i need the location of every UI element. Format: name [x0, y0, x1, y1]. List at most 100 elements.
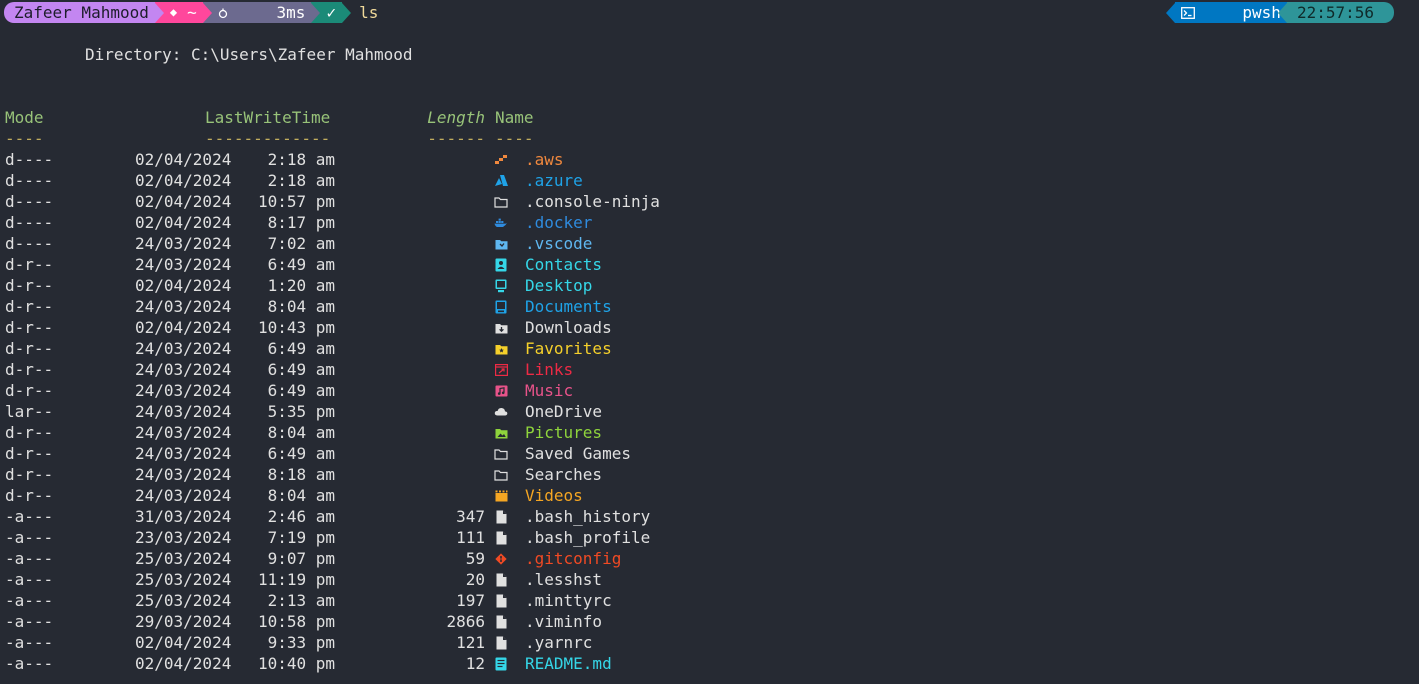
file-mode: -a--- — [5, 612, 54, 631]
file-time: 10:40 pm — [257, 654, 335, 673]
file-length: 12 — [465, 654, 485, 673]
file-time: 8:04 am — [267, 297, 335, 316]
file-name: Links — [525, 360, 574, 379]
file-name: .gitconfig — [525, 549, 622, 568]
file-time: 10:57 pm — [257, 192, 335, 211]
file-row: d-r-- 24/03/2024 8:18 am Searches — [5, 464, 602, 485]
file-length: 347 — [456, 507, 485, 526]
header-mode-dash: ---- — [5, 129, 44, 148]
terminal-icon — [1175, 0, 1243, 61]
file-name: .bash_history — [525, 507, 651, 526]
status-segment: ✓ — [311, 2, 343, 23]
file-name: Desktop — [525, 276, 593, 295]
file-time: 9:33 pm — [267, 633, 335, 652]
file-name: Saved Games — [525, 444, 631, 463]
git-segment: ◆ ~ — [154, 2, 203, 23]
file-date: 02/04/2024 — [135, 318, 232, 337]
favorites-icon — [494, 338, 508, 359]
file-row: d---- 24/03/2024 7:02 am .vscode — [5, 233, 592, 254]
file-mode: d-r-- — [5, 423, 54, 442]
file-name: Pictures — [525, 423, 603, 442]
file-date: 24/03/2024 — [135, 339, 232, 358]
file-length: 121 — [456, 633, 485, 652]
file-time: 10:43 pm — [257, 318, 335, 337]
file-time: 7:19 pm — [267, 528, 335, 547]
file-mode: d-r-- — [5, 486, 54, 505]
file-row: -a--- 25/03/2024 11:19 pm 20 .lesshst — [5, 569, 602, 590]
segment-separator — [154, 2, 164, 23]
file-row: d---- 02/04/2024 10:57 pm .console-ninja — [5, 191, 660, 212]
file-mode: d---- — [5, 213, 54, 232]
file-time: 8:17 pm — [267, 213, 335, 232]
file-time: 2:46 am — [267, 507, 335, 526]
file-time: 9:07 pm — [267, 549, 335, 568]
file-time: 8:18 am — [267, 465, 335, 484]
git-icon: ◆ — [169, 5, 178, 19]
file-row: d-r-- 02/04/2024 1:20 am Desktop — [5, 275, 592, 296]
file-name: .lesshst — [525, 570, 603, 589]
file-time: 8:04 am — [267, 486, 335, 505]
duration-segment: 3ms — [202, 2, 312, 23]
azure-icon — [494, 170, 508, 191]
file-name: .vscode — [525, 234, 593, 253]
file-rows: d---- 02/04/2024 2:18 am .aws d---- 02/04/202… — [5, 149, 660, 674]
file-time: 11:19 pm — [257, 570, 335, 589]
header-name: Name — [495, 108, 534, 127]
file-length: 197 — [456, 591, 485, 610]
status-check-icon: ✓ — [326, 3, 337, 22]
file-row: d-r-- 24/03/2024 8:04 am Videos — [5, 485, 583, 506]
segment-separator — [202, 2, 212, 23]
header-mode: Mode — [5, 108, 44, 127]
header-name-dash: ---- — [495, 129, 534, 148]
file-name: .yarnrc — [525, 633, 593, 652]
file-name: Music — [525, 381, 574, 400]
file-date: 23/03/2024 — [135, 528, 232, 547]
vscode-icon — [494, 233, 508, 254]
file-date: 02/04/2024 — [135, 654, 232, 673]
file-mode: d---- — [5, 192, 54, 211]
prompt-duration: 3ms — [276, 3, 306, 22]
file-date: 02/04/2024 — [135, 213, 232, 232]
file-row: -a--- 25/03/2024 2:13 am 197 .minttyrc — [5, 590, 612, 611]
prompt-left: Zafeer Mahmood ◆ ~ 3ms ✓ ls — [4, 2, 378, 23]
segment-separator — [1165, 2, 1175, 23]
file-date: 25/03/2024 — [135, 591, 232, 610]
file-time: 7:02 am — [267, 234, 335, 253]
file-name: .minttyrc — [525, 591, 612, 610]
file-icon — [494, 527, 508, 548]
file-time: 6:49 am — [267, 444, 335, 463]
shell-segment: pwsh — [1174, 2, 1287, 23]
file-name: .console-ninja — [525, 192, 660, 211]
documents-icon — [494, 296, 508, 317]
file-mode: d---- — [5, 234, 54, 253]
file-date: 24/03/2024 — [135, 255, 232, 274]
file-name: OneDrive — [525, 402, 603, 421]
file-time: 6:49 am — [267, 255, 335, 274]
file-mode: -a--- — [5, 549, 54, 568]
file-length: 2866 — [446, 612, 485, 631]
file-time: 2:18 am — [267, 150, 335, 169]
file-row: d---- 02/04/2024 8:17 pm .docker — [5, 212, 592, 233]
file-mode: d-r-- — [5, 360, 54, 379]
file-row: d-r-- 24/03/2024 6:49 am Saved Games — [5, 443, 631, 464]
videos-icon — [494, 485, 508, 506]
file-row: lar-- 24/03/2024 5:35 pm OneDrive — [5, 401, 602, 422]
cloud-icon — [494, 401, 508, 422]
file-name: Videos — [525, 486, 583, 505]
file-row: d-r-- 02/04/2024 10:43 pm Downloads — [5, 317, 612, 338]
file-date: 25/03/2024 — [135, 549, 232, 568]
file-row: d---- 02/04/2024 2:18 am .aws — [5, 149, 564, 170]
file-row: -a--- 23/03/2024 7:19 pm 111 .bash_profile — [5, 527, 650, 548]
file-row: d-r-- 24/03/2024 6:49 am Contacts — [5, 254, 602, 275]
file-mode: lar-- — [5, 402, 54, 421]
segment-separator — [342, 2, 352, 23]
desktop-icon — [494, 275, 508, 296]
file-name: Favorites — [525, 339, 612, 358]
time-segment-cap — [1384, 2, 1394, 23]
file-date: 24/03/2024 — [135, 297, 232, 316]
file-mode: d---- — [5, 150, 54, 169]
file-mode: d-r-- — [5, 255, 54, 274]
header-dash-row: ---- ------------- ------ ---- — [5, 128, 534, 149]
file-time: 6:49 am — [267, 360, 335, 379]
prompt-user: Zafeer Mahmood — [14, 3, 149, 22]
